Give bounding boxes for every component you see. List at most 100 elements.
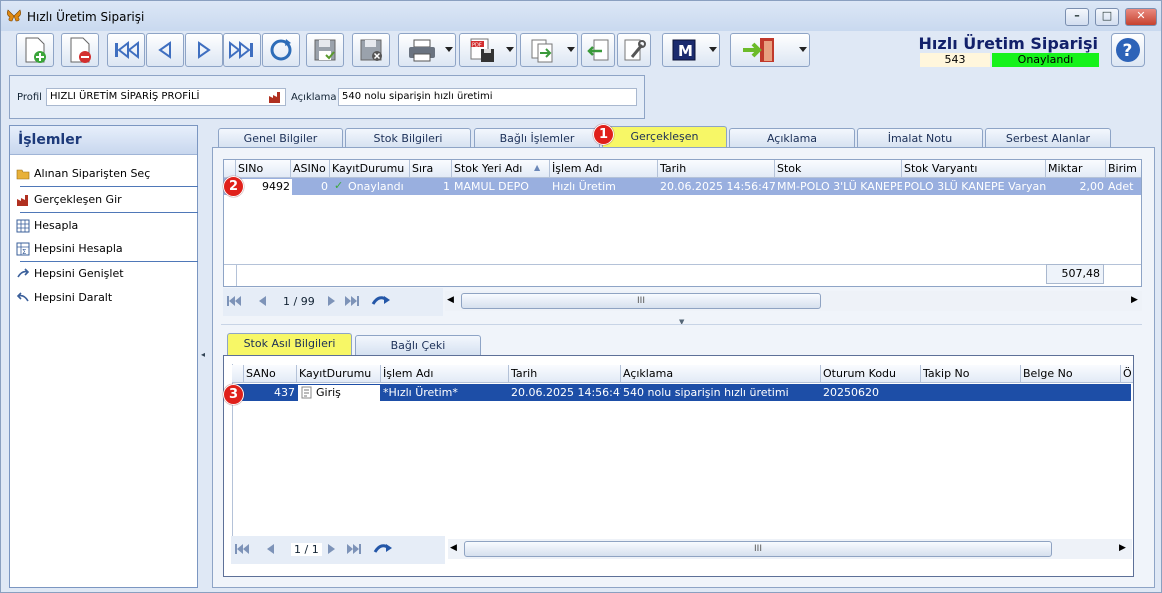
delete-button[interactable] <box>61 33 99 67</box>
cell-asino[interactable]: 0 <box>291 179 330 195</box>
tab-stock-main[interactable]: Stok Asıl Bilgileri <box>227 333 352 355</box>
cell-kayitdurumu[interactable]: Giriş <box>314 385 380 401</box>
nav-first-icon[interactable] <box>227 294 241 308</box>
cell-aciklama[interactable]: 540 nolu siparişin hızlı üretimi <box>621 385 821 401</box>
grid2-horizontal-scrollbar[interactable]: ◀ III ▶ <box>448 539 1132 559</box>
scroll-left-icon[interactable]: ◀ <box>450 543 457 553</box>
scroll-left-icon[interactable]: ◀ <box>447 295 454 305</box>
cell-stok-varyanti[interactable]: POLO 3LÜ KANEPE Varyantı <box>902 179 1046 195</box>
scroll-right-icon[interactable]: ▶ <box>1119 543 1126 553</box>
first-record-button[interactable] <box>107 33 145 67</box>
cell-islem-adi[interactable]: *Hızlı Üretim* <box>381 385 509 401</box>
profile-field[interactable]: HIZLI ÜRETİM SİPARİŞ PROFİLİ <box>46 88 286 106</box>
sidebar-item-calculate[interactable]: Hesapla <box>14 216 194 236</box>
close-button[interactable]: ✕ <box>1125 8 1157 26</box>
cell-miktar[interactable]: 2,00 <box>1046 179 1106 195</box>
nav-prev-icon[interactable] <box>255 294 269 308</box>
cell-tarih[interactable]: 20.06.2025 14:56:47 <box>509 385 621 401</box>
cell-belge-no[interactable] <box>1021 385 1121 401</box>
col-belge-no[interactable]: Belge No <box>1021 365 1121 383</box>
cell-sira[interactable]: 1 <box>410 179 452 195</box>
panel-splitter[interactable]: ◂ <box>200 125 208 588</box>
col-islem-adi[interactable]: İşlem Adı <box>550 160 658 178</box>
help-button[interactable]: ? <box>1111 33 1145 67</box>
last-record-button[interactable] <box>223 33 261 67</box>
col-takip-no[interactable]: Takip No <box>921 365 1021 383</box>
scroll-thumb[interactable]: III <box>461 293 821 309</box>
previous-record-button[interactable] <box>146 33 184 67</box>
settings-button[interactable] <box>617 33 651 67</box>
cell-islem-adi[interactable]: Hızlı Üretim <box>550 179 658 195</box>
col-sano[interactable]: SANo <box>244 365 297 383</box>
col-asino[interactable]: ASINo <box>291 160 330 178</box>
tab-linked-check[interactable]: Bağlı Çeki <box>355 335 481 355</box>
factory-icon[interactable] <box>268 90 284 104</box>
col-stok-varyanti[interactable]: Stok Varyantı <box>902 160 1046 178</box>
tab-stock-info[interactable]: Stok Bilgileri <box>345 128 471 148</box>
nav-refresh-icon[interactable] <box>373 542 393 556</box>
refresh-button[interactable] <box>262 33 300 67</box>
col-oturum-kodu[interactable]: Oturum Kodu <box>821 365 921 383</box>
nav-last-icon[interactable] <box>347 542 361 556</box>
scroll-thumb[interactable]: III <box>464 541 1052 557</box>
tab-linked-ops[interactable]: Bağlı İşlemler <box>474 128 600 148</box>
col-aciklama[interactable]: Açıklama <box>621 365 821 383</box>
sidebar-item-select-order[interactable]: Alınan Siparişten Seç <box>14 164 194 184</box>
nav-refresh-icon[interactable] <box>371 294 391 308</box>
tab-free-fields[interactable]: Serbest Alanlar <box>985 128 1111 148</box>
print-dropdown-arrow[interactable] <box>445 47 453 52</box>
import-button[interactable] <box>581 33 615 67</box>
copy-dropdown-arrow[interactable] <box>567 47 575 52</box>
nav-next-icon[interactable] <box>325 294 339 308</box>
module-dropdown-arrow[interactable] <box>709 47 717 52</box>
cell-kayitdurumu[interactable]: Onaylandı <box>346 179 410 195</box>
tab-manufacturing-note[interactable]: İmalat Notu <box>857 128 983 148</box>
nav-last-icon[interactable] <box>345 294 359 308</box>
sidebar-item-enter-actual[interactable]: Gerçekleşen Gir <box>14 190 194 210</box>
col-sino[interactable]: SINo <box>236 160 291 178</box>
col-stok[interactable]: Stok <box>775 160 902 178</box>
col-sira[interactable]: Sıra <box>410 160 452 178</box>
cancel-save-button[interactable] <box>352 33 390 67</box>
print-button[interactable] <box>398 33 456 67</box>
cell-sano[interactable]: 437 <box>244 385 297 401</box>
cell-sino[interactable]: 9492 <box>236 179 292 195</box>
tab-description[interactable]: Açıklama <box>729 128 855 148</box>
exit-dropdown-arrow[interactable] <box>799 47 807 52</box>
next-record-button[interactable] <box>185 33 223 67</box>
sidebar-item-calculate-all[interactable]: Σ Hepsini Hesapla <box>14 239 194 259</box>
nav-next-icon[interactable] <box>325 542 339 556</box>
tab-actual[interactable]: Gerçekleşen <box>602 126 727 148</box>
cell-stok-yeri[interactable]: MAMUL DEPO <box>452 179 550 195</box>
minimize-button[interactable]: – <box>1065 8 1089 26</box>
new-button[interactable] <box>16 33 54 67</box>
cell-oturum-kodu[interactable]: 20250620 <box>821 385 921 401</box>
col-birim[interactable]: Birim <box>1106 160 1141 178</box>
col-o[interactable]: Ö <box>1121 365 1133 383</box>
grid1-horizontal-scrollbar[interactable]: ◀ III ▶ <box>445 291 1142 311</box>
tab-general[interactable]: Genel Bilgiler <box>218 128 343 148</box>
maximize-button[interactable]: □ <box>1095 8 1119 26</box>
aciklama-field[interactable]: 540 nolu siparişin hızlı üretimi <box>338 88 637 106</box>
col-tarih[interactable]: Tarih <box>658 160 775 178</box>
cell-birim[interactable]: Adet <box>1106 179 1141 195</box>
nav-prev-icon[interactable] <box>263 542 277 556</box>
module-button[interactable]: M <box>662 33 720 67</box>
exit-button[interactable] <box>730 33 810 67</box>
col-kayitdurumu[interactable]: KayıtDurumu <box>330 160 410 178</box>
col-kayitdurumu[interactable]: KayıtDurumu <box>297 365 381 383</box>
col-miktar[interactable]: Miktar <box>1046 160 1106 178</box>
cell-stok[interactable]: MM-POLO 3'LÜ KANEPE <box>775 179 902 195</box>
cell-tarih[interactable]: 20.06.2025 14:56:47 <box>658 179 775 195</box>
cell-takip-no[interactable] <box>921 385 1021 401</box>
col-islem-adi[interactable]: İşlem Adı <box>381 365 509 383</box>
export-pdf-button[interactable]: PDF <box>459 33 517 67</box>
save-button[interactable] <box>306 33 344 67</box>
sidebar-item-collapse-all[interactable]: Hepsini Daralt <box>14 288 194 308</box>
nav-first-icon[interactable] <box>235 542 249 556</box>
copy-document-button[interactable] <box>520 33 578 67</box>
col-tarih[interactable]: Tarih <box>509 365 621 383</box>
scroll-right-icon[interactable]: ▶ <box>1131 295 1138 305</box>
export-dropdown-arrow[interactable] <box>506 47 514 52</box>
sidebar-item-expand-all[interactable]: Hepsini Genişlet <box>14 264 194 284</box>
